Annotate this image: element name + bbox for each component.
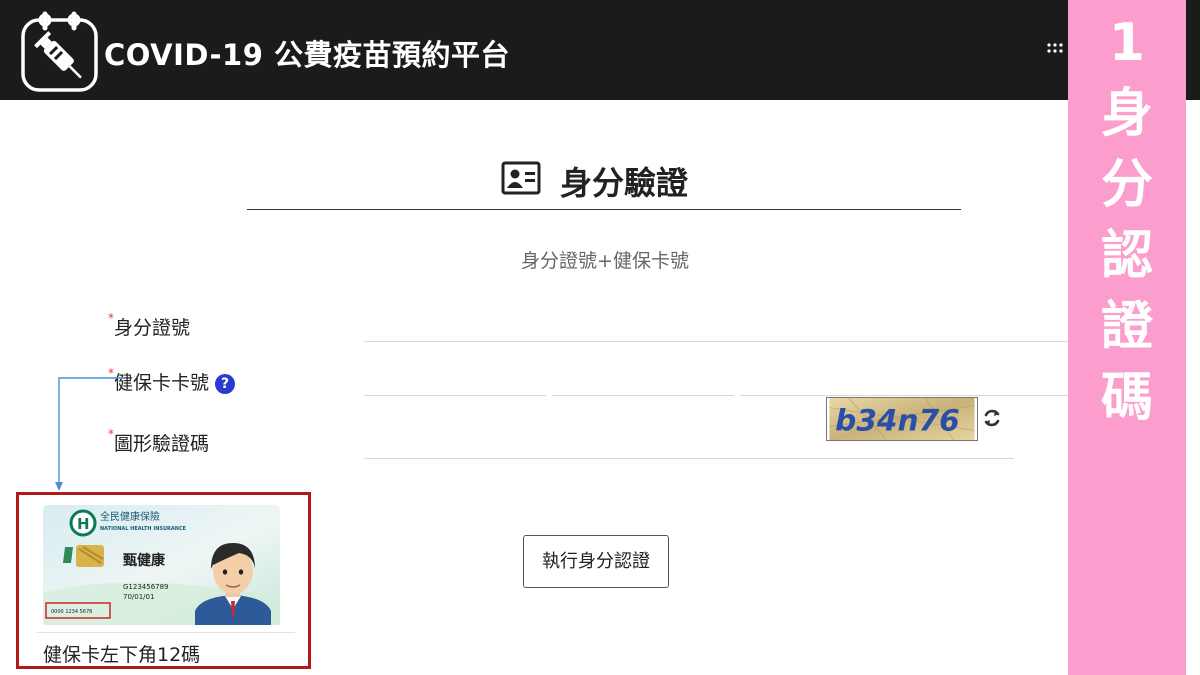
app-title: COVID-19 公費疫苗預約平台	[104, 38, 510, 72]
title-divider	[247, 209, 961, 210]
header-right-strip	[1186, 0, 1200, 100]
id-number-label-text: 身分證號	[114, 317, 191, 339]
step-char: 碼	[1100, 368, 1153, 428]
hint-divider	[37, 632, 295, 633]
captcha-image: b34n76	[826, 397, 978, 441]
nhi-card-hint-panel: H 全民健康保險 NATIONAL HEALTH INSURANCE 甄健康 G…	[16, 492, 311, 669]
nhi-card-input-1[interactable]	[364, 366, 546, 396]
id-card-icon	[501, 161, 541, 195]
card-id-number: G123456789	[123, 583, 169, 591]
card-birth-date: 70/01/01	[123, 593, 154, 601]
id-number-label: *身分證號	[108, 311, 191, 340]
step-char: 分	[1100, 155, 1153, 215]
help-icon[interactable]: ?	[215, 374, 236, 394]
page-title: 身分驗證	[560, 164, 689, 202]
captcha-text: b34n76	[835, 403, 960, 437]
page-subtitle: 身分證號+健保卡號	[521, 250, 689, 272]
card-number: 0000 1234 5678	[51, 609, 92, 615]
nhi-card-label-text: 健保卡卡號	[114, 372, 210, 394]
hint-caption: 健保卡左下角12碼	[43, 644, 201, 666]
card-insurer-zh: 全民健康保險	[100, 510, 160, 523]
vaccine-syringe-icon[interactable]	[21, 10, 98, 92]
step-banner-text: 1 身 分 認 證 碼	[1068, 8, 1186, 434]
captcha-label-text: 圖形驗證碼	[114, 433, 210, 455]
refresh-icon[interactable]	[982, 407, 1002, 429]
step-banner: 1 身 分 認 證 碼	[1068, 0, 1186, 675]
nhi-card-sample-image: H 全民健康保險 NATIONAL HEALTH INSURANCE 甄健康 G…	[43, 505, 280, 625]
step-char: 身	[1100, 84, 1153, 144]
annotation-arrow	[55, 377, 123, 491]
nhi-card-input-2[interactable]	[552, 366, 734, 396]
required-mark: *	[108, 311, 114, 325]
top-navbar: COVID-19 公費疫苗預約平台	[0, 0, 1200, 100]
step-char: 認	[1100, 226, 1153, 286]
step-char: 證	[1100, 297, 1153, 357]
step-number: 1	[1108, 13, 1146, 73]
svg-text:H: H	[77, 515, 90, 533]
verify-identity-button[interactable]: 執行身分認證	[523, 535, 669, 588]
nhi-card-label: *健保卡卡號?	[108, 366, 236, 395]
id-number-input[interactable]	[364, 312, 1068, 342]
card-insurer-en: NATIONAL HEALTH INSURANCE	[100, 526, 187, 532]
grid-dots-icon[interactable]	[1046, 40, 1066, 60]
nhi-card-input-3[interactable]	[740, 366, 1068, 396]
card-holder-name: 甄健康	[123, 552, 166, 569]
